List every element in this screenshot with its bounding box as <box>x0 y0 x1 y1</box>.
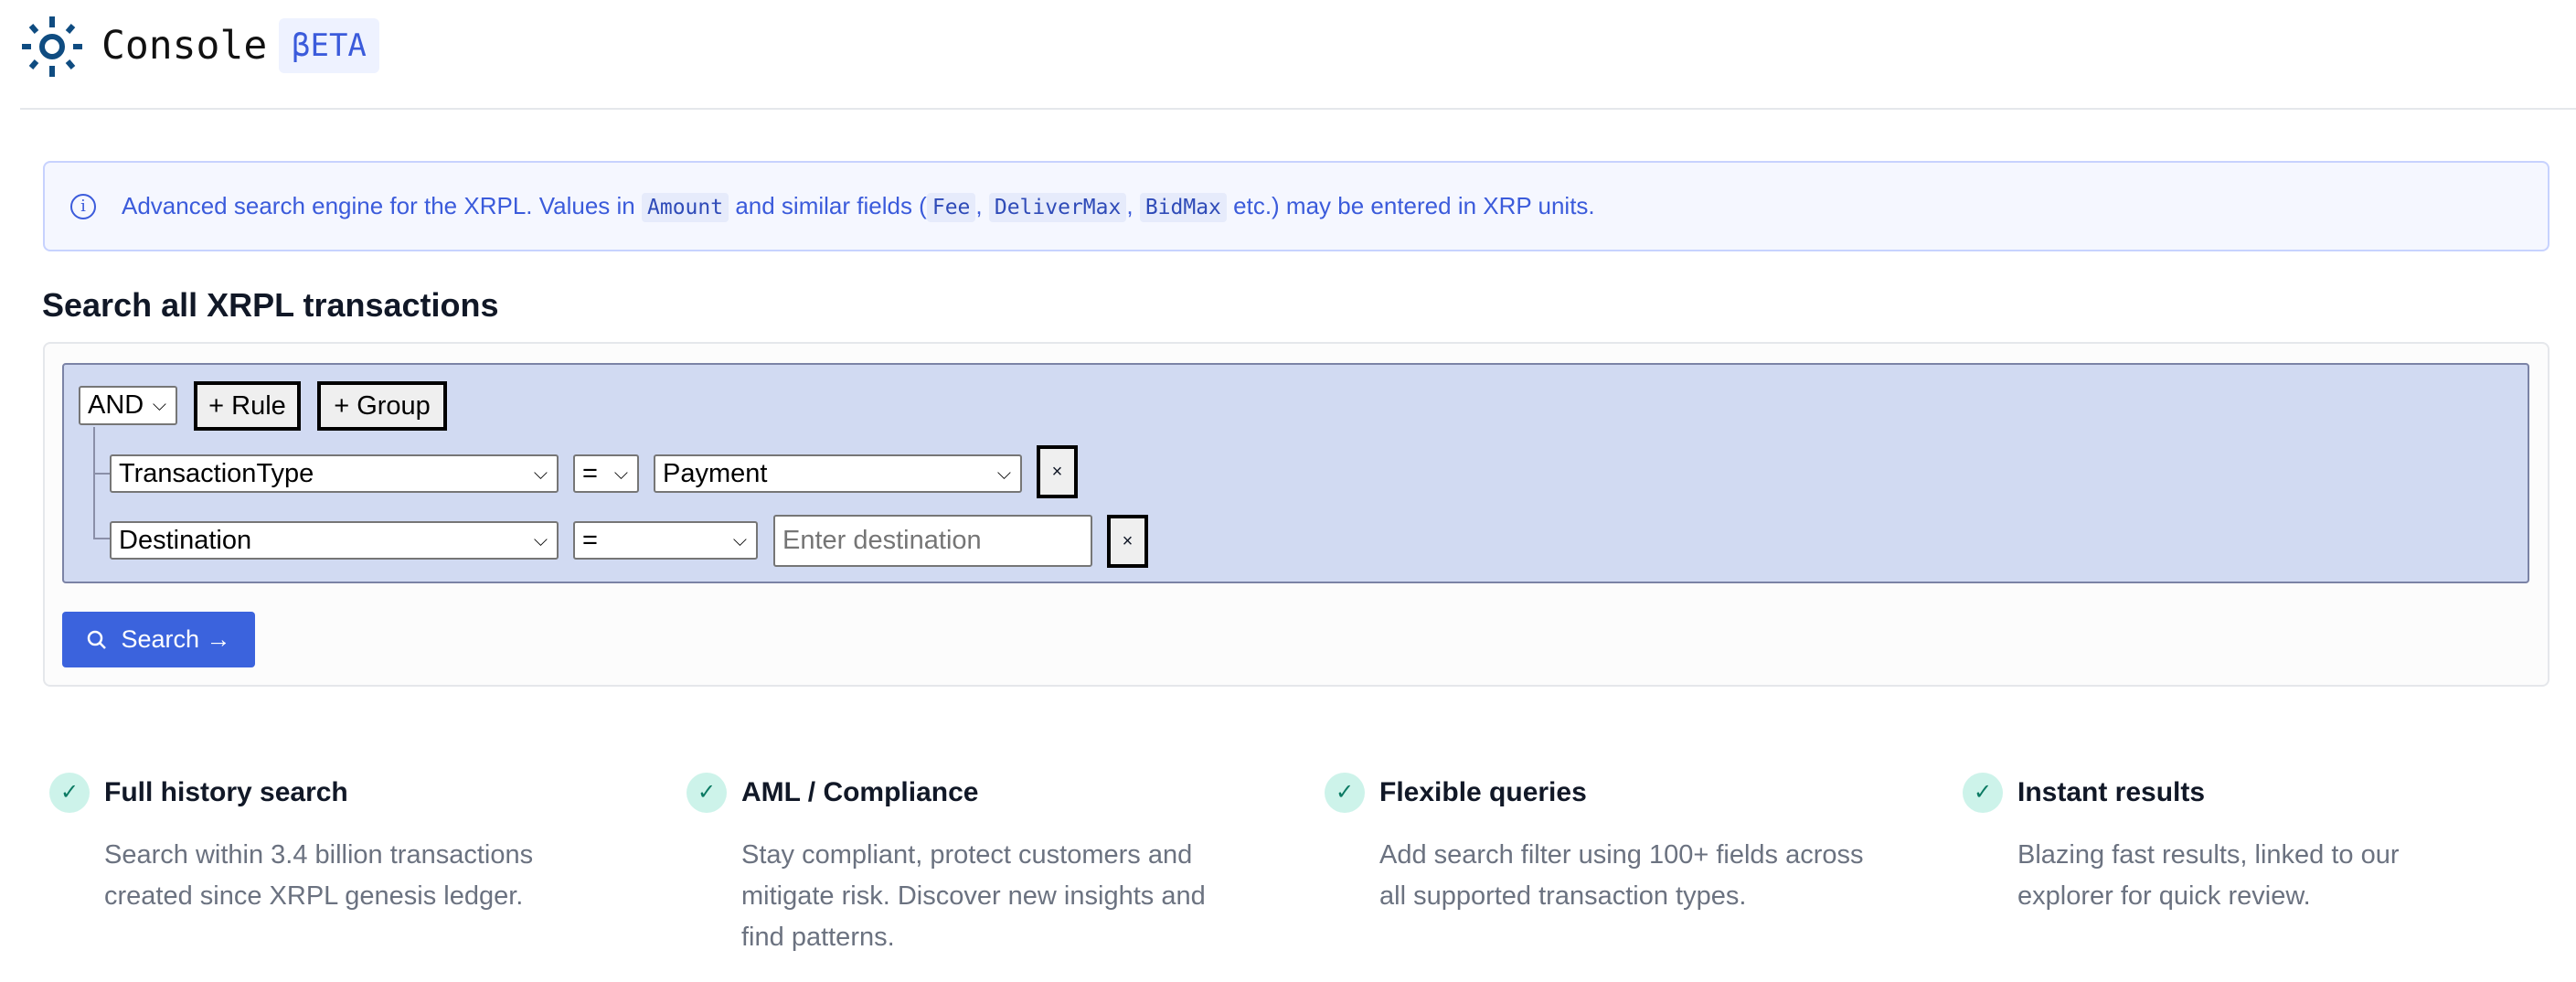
tree-line <box>93 538 110 539</box>
feature-title: Full history search <box>104 777 348 807</box>
value-text: Payment <box>663 458 768 488</box>
feature-description: Stay compliant, protect customers and mi… <box>741 840 1206 952</box>
check-icon: ✓ <box>49 773 90 813</box>
chevron-down-icon: ⌵ <box>152 395 166 415</box>
operator-value: = <box>582 458 598 488</box>
separator: , <box>975 192 983 219</box>
feature-title: AML / Compliance <box>741 777 979 807</box>
search-icon <box>88 630 107 649</box>
check-icon: ✓ <box>1963 773 2003 813</box>
destination-input[interactable]: Enter destination <box>773 515 1092 567</box>
rule-operator-select[interactable]: = ⌵ <box>573 454 639 493</box>
combinator-select[interactable]: AND ⌵ <box>79 386 177 425</box>
field-value: Destination <box>119 525 252 555</box>
info-banner: i Advanced search engine for the XRPL. V… <box>43 161 2549 251</box>
rule-field-select[interactable]: TransactionType ⌵ <box>110 454 559 493</box>
header-divider <box>20 108 2576 110</box>
search-button[interactable]: Search → <box>62 612 255 667</box>
add-group-button[interactable]: + Group <box>317 381 447 431</box>
separator: , <box>1126 192 1134 219</box>
brand-title[interactable]: Console <box>101 18 267 73</box>
info-text: Advanced search engine for the XRPL. Val… <box>122 192 1595 222</box>
remove-rule-button[interactable]: × <box>1107 515 1148 568</box>
feature-title: Flexible queries <box>1379 777 1587 807</box>
info-text-part: Advanced search engine for the XRPL. Val… <box>122 192 635 219</box>
search-button-label: Search → <box>121 625 231 653</box>
sun-logo-icon[interactable] <box>20 15 84 79</box>
combinator-value: AND <box>88 390 144 420</box>
rule-field-select[interactable]: Destination ⌵ <box>110 521 559 560</box>
feature-description: Search within 3.4 billion transactions c… <box>104 840 534 911</box>
chevron-down-icon: ⌵ <box>533 529 548 550</box>
feature-title: Instant results <box>2017 777 2206 807</box>
add-rule-button[interactable]: + Rule <box>194 381 301 431</box>
chevron-down-icon: ⌵ <box>732 529 747 550</box>
code-bidmax: BidMax <box>1139 193 1227 222</box>
code-delivermax: DeliverMax <box>988 193 1127 222</box>
code-amount: Amount <box>642 193 729 222</box>
beta-badge: βETA <box>279 18 379 73</box>
rule-value-select[interactable]: Payment ⌵ <box>654 454 1022 493</box>
remove-rule-button[interactable]: × <box>1037 445 1078 498</box>
feature-description: Blazing fast results, linked to our expl… <box>2017 840 2400 911</box>
info-icon: i <box>70 193 96 219</box>
code-fee: Fee <box>926 193 976 222</box>
info-text-part: and similar fields ( <box>735 192 927 219</box>
field-value: TransactionType <box>119 458 314 488</box>
info-text-part: etc.) may be entered in XRP units. <box>1233 192 1595 219</box>
check-icon: ✓ <box>1325 773 1365 813</box>
operator-value: = <box>582 525 598 555</box>
tree-line <box>93 473 110 475</box>
chevron-down-icon: ⌵ <box>533 463 548 484</box>
chevron-down-icon: ⌵ <box>613 463 628 484</box>
tree-line <box>93 427 95 539</box>
chevron-down-icon: ⌵ <box>996 463 1011 484</box>
check-icon: ✓ <box>687 773 727 813</box>
page-title: Search all XRPL transactions <box>42 286 499 324</box>
feature-description: Add search filter using 100+ fields acro… <box>1379 840 1864 911</box>
rule-operator-select[interactable]: = ⌵ <box>573 521 758 560</box>
